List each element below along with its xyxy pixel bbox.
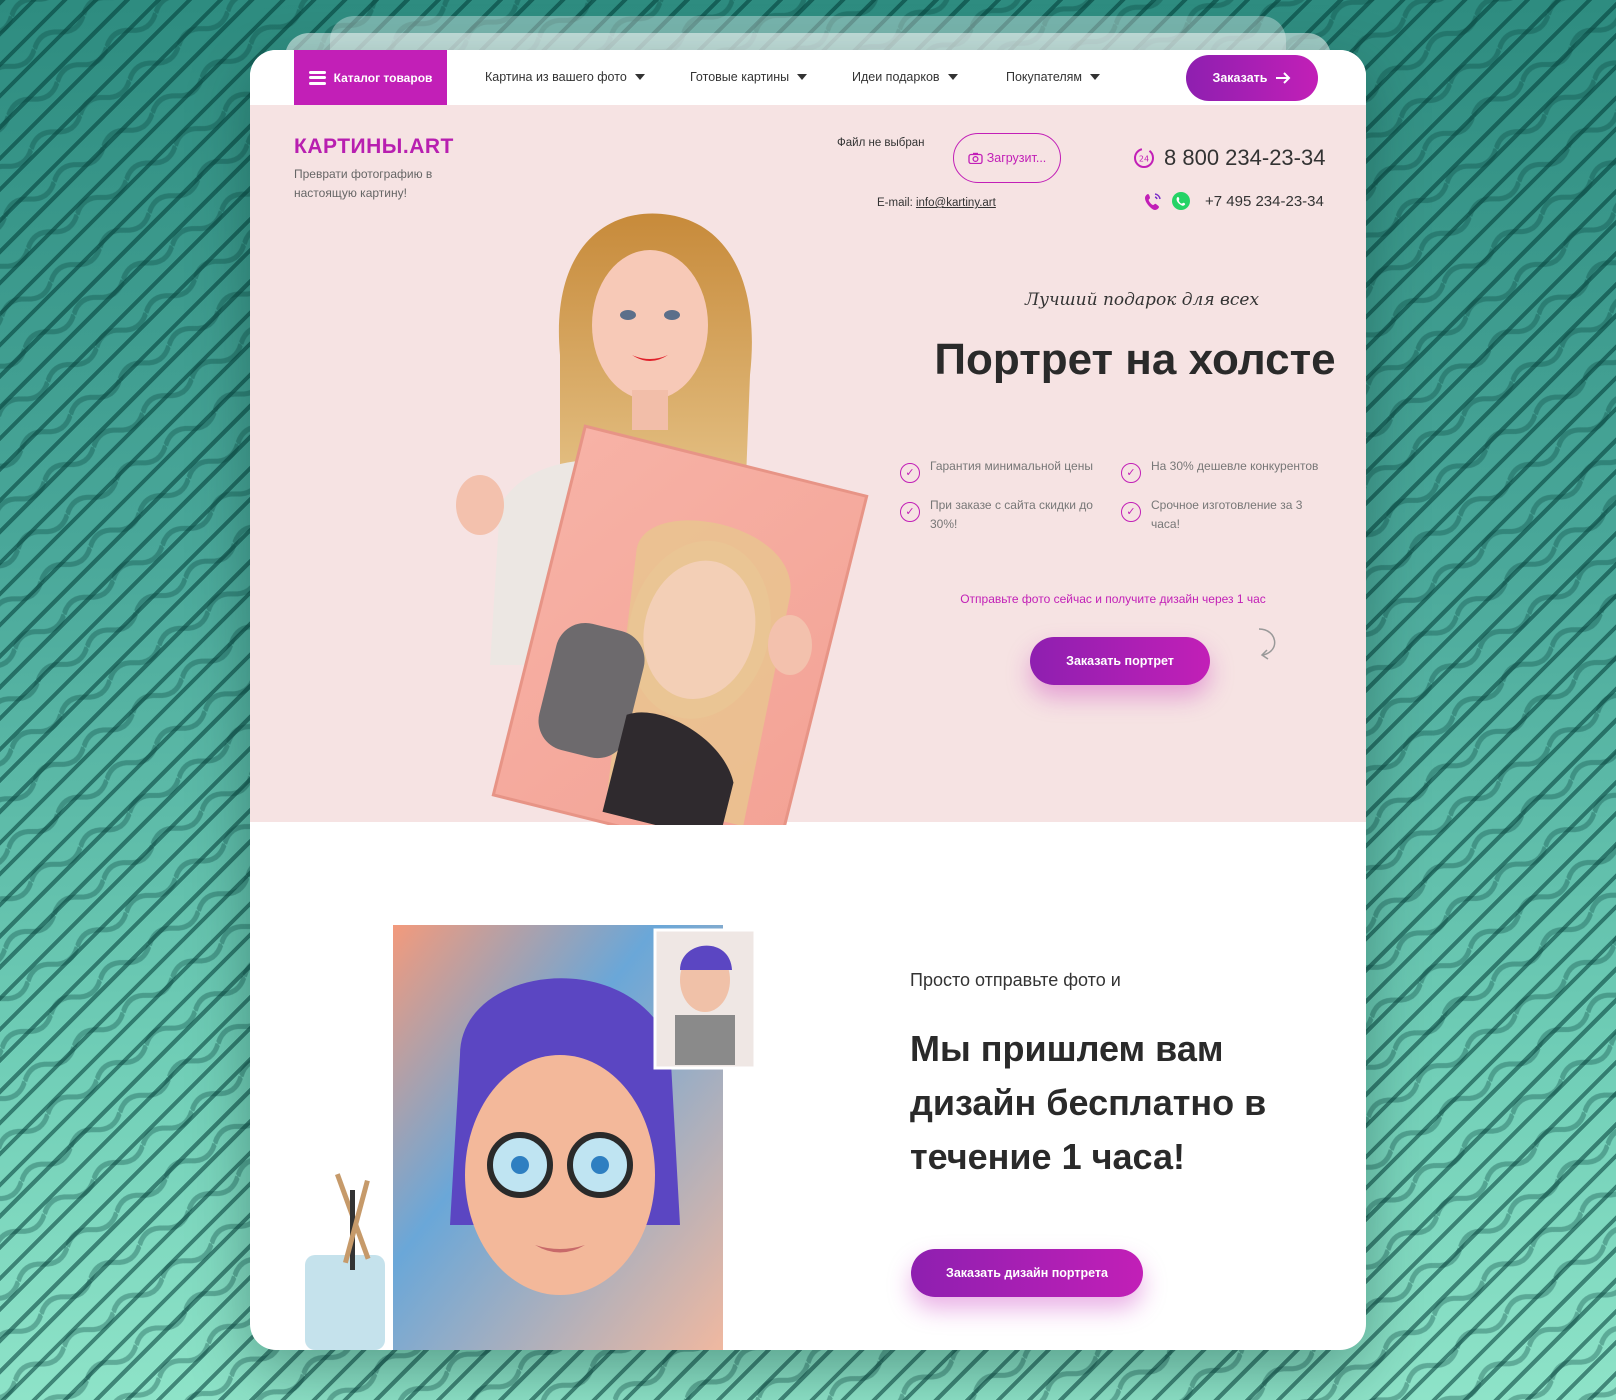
site-tagline: Преврати фотографию в настоящую картину! [294, 167, 433, 200]
order-design-button[interactable]: Заказать дизайн портрета [911, 1249, 1143, 1297]
email-label: E-mail: [877, 197, 913, 209]
nav-item-label: Картина из вашего фото [485, 70, 627, 84]
menu-icon [308, 70, 326, 85]
feature-text: При заказе с сайта скидки до 30%! [930, 498, 1093, 531]
design-title: Мы пришлем вам дизайн бесплатно в течени… [910, 1028, 1267, 1177]
nav-item-label: Готовые картины [690, 70, 790, 84]
chevron-down-icon [1090, 74, 1101, 80]
camera-icon [968, 152, 983, 164]
nav-item-label: Идеи подарков [852, 70, 940, 84]
main-phone[interactable]: 24 8 800 234-23-34 [1132, 145, 1325, 171]
feature-text: Срочное изготовление за 3 часа! [1151, 498, 1303, 531]
promo-text: Отправьте фото сейчас и получите дизайн … [960, 592, 1266, 606]
order-portrait-button[interactable]: Заказать портрет [1030, 637, 1210, 685]
check-circle-icon: ✓ [900, 463, 920, 483]
feature-text: Гарантия минимальной цены [930, 459, 1093, 473]
feature-item: ✓ Гарантия минимальной цены [900, 457, 1100, 483]
catalog-button[interactable]: Каталог товаров [294, 50, 447, 105]
arrow-right-icon [1276, 72, 1291, 84]
design-example-artwork [305, 925, 757, 1350]
feature-text: На 30% дешевле конкурентов [1151, 459, 1319, 473]
chevron-down-icon [797, 74, 808, 80]
hero-section: КАРТИНЫ.ART Преврати фотографию в настоя… [250, 105, 1366, 825]
upload-label: Загрузит... [986, 151, 1047, 165]
phone-main-number: 8 800 234-23-34 [1164, 145, 1326, 170]
nav-item-label: Покупателям [1006, 70, 1083, 84]
hero-photo-woman-with-canvas [456, 213, 869, 825]
email-link[interactable]: info@kartiny.art [916, 197, 996, 209]
order-label: Заказать [1212, 71, 1268, 85]
phone-icon [1145, 193, 1161, 210]
chevron-down-icon [634, 74, 645, 80]
feature-item: ✓ На 30% дешевле конкурентов [1121, 457, 1331, 483]
nav-item-gift-ideas[interactable]: Идеи подарков [852, 70, 958, 84]
email-contact: E-mail: info@kartiny.art [877, 197, 996, 209]
whatsapp-icon[interactable] [1171, 191, 1191, 211]
svg-text:24: 24 [1139, 155, 1149, 164]
design-lead-text: Просто отправьте фото и [910, 970, 1121, 990]
feature-item: ✓ Срочное изготовление за 3 часа! [1121, 496, 1331, 534]
hero-subtitle: Лучший подарок для всех [1024, 290, 1260, 310]
nav-item-customers[interactable]: Покупателям [1006, 70, 1101, 84]
check-circle-icon: ✓ [1121, 502, 1141, 522]
site-logo[interactable]: КАРТИНЫ.ART [294, 135, 454, 159]
top-navigation: Каталог товаров Картина из вашего фото Г… [250, 50, 1366, 105]
chevron-down-icon [947, 74, 958, 80]
nav-item-photo-painting[interactable]: Картина из вашего фото [485, 70, 645, 84]
phone-secondary-number: +7 495 234-23-34 [1205, 192, 1324, 210]
phone-24-icon: 24 [1134, 148, 1154, 168]
browser-page: Каталог товаров Картина из вашего фото Г… [250, 50, 1366, 1350]
upload-photo-button[interactable]: Загрузит... [953, 133, 1061, 183]
catalog-label: Каталог товаров [333, 70, 433, 85]
check-circle-icon: ✓ [1121, 463, 1141, 483]
order-button[interactable]: Заказать [1186, 55, 1318, 101]
curved-arrow-icon [1258, 628, 1276, 660]
file-status: Файл не выбран [837, 137, 925, 149]
feature-item: ✓ При заказе с сайта скидки до 30%! [900, 496, 1100, 534]
secondary-phone[interactable]: +7 495 234-23-34 [1143, 191, 1324, 211]
nav-item-ready-paintings[interactable]: Готовые картины [690, 70, 808, 84]
check-circle-icon: ✓ [900, 502, 920, 522]
hero-title: Портрет на холсте [934, 335, 1336, 384]
